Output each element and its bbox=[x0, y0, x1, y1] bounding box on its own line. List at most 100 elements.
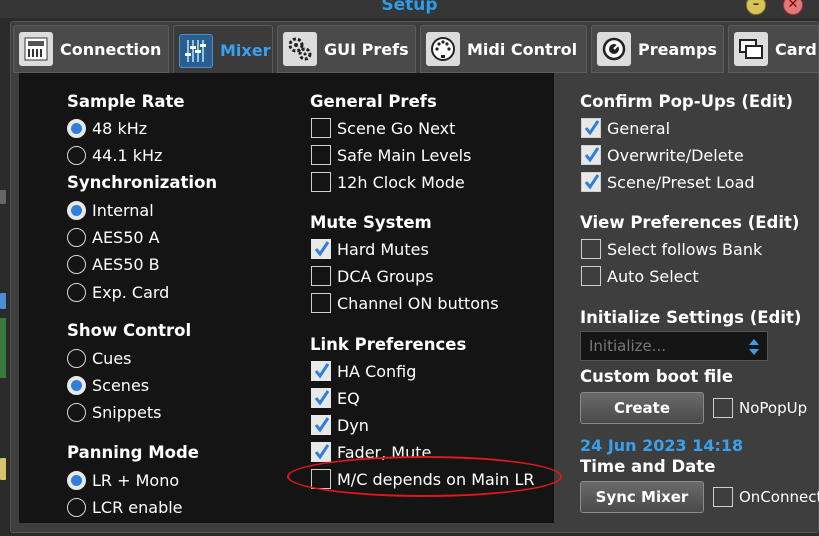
eq-option[interactable]: EQ bbox=[311, 387, 360, 409]
checkbox[interactable] bbox=[713, 398, 733, 418]
tab-midi-control[interactable]: Midi Control bbox=[420, 25, 587, 73]
checkbox[interactable] bbox=[581, 172, 601, 192]
mc-depends-main-lr-option[interactable]: M/C depends on Main LR bbox=[311, 468, 535, 490]
tab-connection[interactable]: Connection bbox=[13, 25, 169, 73]
checkmark-icon bbox=[584, 147, 600, 163]
current-datetime: 24 Jun 2023 14:18 bbox=[580, 436, 744, 455]
fader-icon bbox=[179, 33, 213, 68]
safe-main-levels-option[interactable]: Safe Main Levels bbox=[311, 144, 471, 166]
checkmark-icon bbox=[584, 120, 600, 136]
option-label: Dyn bbox=[337, 415, 369, 435]
fader-mute-option[interactable]: Fader, Mute bbox=[311, 441, 431, 463]
checkbox[interactable] bbox=[311, 239, 331, 259]
option-label: LCR enable bbox=[92, 497, 183, 517]
show-control-scenes-option[interactable]: Scenes bbox=[67, 374, 149, 396]
panning-lcr-option[interactable]: LCR enable bbox=[67, 496, 183, 518]
dca-groups-option[interactable]: DCA Groups bbox=[311, 265, 434, 287]
checkmark-icon bbox=[314, 363, 330, 379]
sync-exp-card-option[interactable]: Exp. Card bbox=[67, 281, 169, 303]
checkmark-icon bbox=[314, 241, 330, 257]
12h-clock-option[interactable]: 12h Clock Mode bbox=[311, 171, 465, 193]
option-label: Snippets bbox=[92, 402, 162, 422]
option-label: LR + Mono bbox=[92, 470, 180, 490]
tab-label: Card bbox=[775, 39, 817, 59]
radio-button[interactable] bbox=[67, 282, 86, 302]
option-label: Select follows Bank bbox=[607, 239, 763, 259]
tab-label: Mixer bbox=[220, 41, 271, 60]
radio-button[interactable] bbox=[67, 470, 86, 490]
radio-button[interactable] bbox=[67, 227, 86, 247]
general-prefs-title: General Prefs bbox=[310, 92, 437, 111]
channel-on-buttons-option[interactable]: Channel ON buttons bbox=[311, 292, 499, 314]
checkbox[interactable] bbox=[311, 266, 331, 286]
auto-select-option[interactable]: Auto Select bbox=[581, 265, 699, 287]
checkbox[interactable] bbox=[311, 361, 331, 381]
nopopup-option[interactable]: NoPopUp bbox=[713, 397, 807, 419]
tab-gui-prefs[interactable]: GUI Prefs bbox=[277, 25, 416, 73]
show-control-title: Show Control bbox=[67, 321, 192, 340]
ha-config-option[interactable]: HA Config bbox=[311, 360, 416, 382]
tab-label: Midi Control bbox=[467, 39, 578, 59]
checkmark-icon bbox=[314, 390, 330, 406]
synchronization-title: Synchronization bbox=[67, 173, 218, 192]
sample-rate-44khz-option[interactable]: 44.1 kHz bbox=[67, 144, 162, 166]
checkbox[interactable] bbox=[581, 145, 601, 165]
window-title: Setup bbox=[381, 0, 438, 15]
option-label: 12h Clock Mode bbox=[337, 172, 465, 192]
dyn-option[interactable]: Dyn bbox=[311, 414, 369, 436]
title-bar: Setup – ✕ bbox=[0, 0, 819, 18]
radio-button[interactable] bbox=[67, 497, 86, 517]
option-label: Channel ON buttons bbox=[337, 293, 499, 313]
option-label: Hard Mutes bbox=[337, 239, 429, 259]
radio-button[interactable] bbox=[67, 254, 86, 274]
tab-label: GUI Prefs bbox=[324, 39, 409, 59]
checkbox[interactable] bbox=[311, 388, 331, 408]
checkbox[interactable] bbox=[311, 469, 331, 489]
sample-rate-48khz-option[interactable]: 48 kHz bbox=[67, 117, 147, 139]
checkbox[interactable] bbox=[581, 266, 601, 286]
checkbox[interactable] bbox=[311, 442, 331, 462]
option-label: Scene Go Next bbox=[337, 118, 456, 138]
option-label: Scenes bbox=[92, 375, 150, 395]
mute-system-title: Mute System bbox=[310, 213, 432, 232]
tab-preamps[interactable]: Preamps bbox=[591, 25, 724, 73]
tab-mixer[interactable]: Mixer bbox=[173, 25, 273, 75]
create-button[interactable]: Create bbox=[580, 392, 704, 424]
radio-button[interactable] bbox=[67, 402, 86, 422]
option-label: 44.1 kHz bbox=[92, 145, 163, 165]
initialize-settings-title: Initialize Settings (Edit) bbox=[580, 308, 802, 327]
initialize-placeholder: Initialize... bbox=[589, 337, 667, 355]
tab-card[interactable]: Card bbox=[728, 25, 819, 73]
initialize-select[interactable]: Initialize... bbox=[580, 331, 768, 361]
checkbox[interactable] bbox=[581, 118, 601, 138]
radio-button[interactable] bbox=[67, 118, 86, 138]
midi-connector-icon bbox=[426, 32, 460, 66]
gears-icon bbox=[283, 32, 317, 66]
checkbox[interactable] bbox=[311, 293, 331, 313]
confirm-general-option[interactable]: General bbox=[581, 117, 670, 139]
radio-button[interactable] bbox=[67, 145, 86, 165]
checkbox[interactable] bbox=[311, 172, 331, 192]
checkbox[interactable] bbox=[311, 145, 331, 165]
panning-lr-mono-option[interactable]: LR + Mono bbox=[67, 469, 179, 491]
select-follows-bank-option[interactable]: Select follows Bank bbox=[581, 238, 762, 260]
sync-aes50a-option[interactable]: AES50 A bbox=[67, 226, 160, 248]
scene-go-next-option[interactable]: Scene Go Next bbox=[311, 117, 455, 139]
checkbox[interactable] bbox=[311, 415, 331, 435]
hard-mutes-option[interactable]: Hard Mutes bbox=[311, 238, 429, 260]
confirm-scene-preset-load-option[interactable]: Scene/Preset Load bbox=[581, 171, 755, 193]
checkbox[interactable] bbox=[713, 487, 733, 507]
sync-internal-option[interactable]: Internal bbox=[67, 199, 154, 221]
show-control-cues-option[interactable]: Cues bbox=[67, 347, 132, 369]
checkbox[interactable] bbox=[311, 118, 331, 138]
radio-button[interactable] bbox=[67, 200, 86, 220]
confirm-overwrite-delete-option[interactable]: Overwrite/Delete bbox=[581, 144, 744, 166]
radio-button[interactable] bbox=[67, 375, 86, 395]
checkbox[interactable] bbox=[581, 239, 601, 259]
show-control-snippets-option[interactable]: Snippets bbox=[67, 401, 162, 423]
onconnect-option[interactable]: OnConnect bbox=[713, 486, 819, 508]
sync-mixer-button[interactable]: Sync Mixer bbox=[580, 481, 704, 513]
radio-button[interactable] bbox=[67, 348, 86, 368]
sync-aes50b-option[interactable]: AES50 B bbox=[67, 253, 160, 275]
custom-boot-title: Custom boot file bbox=[580, 367, 734, 386]
